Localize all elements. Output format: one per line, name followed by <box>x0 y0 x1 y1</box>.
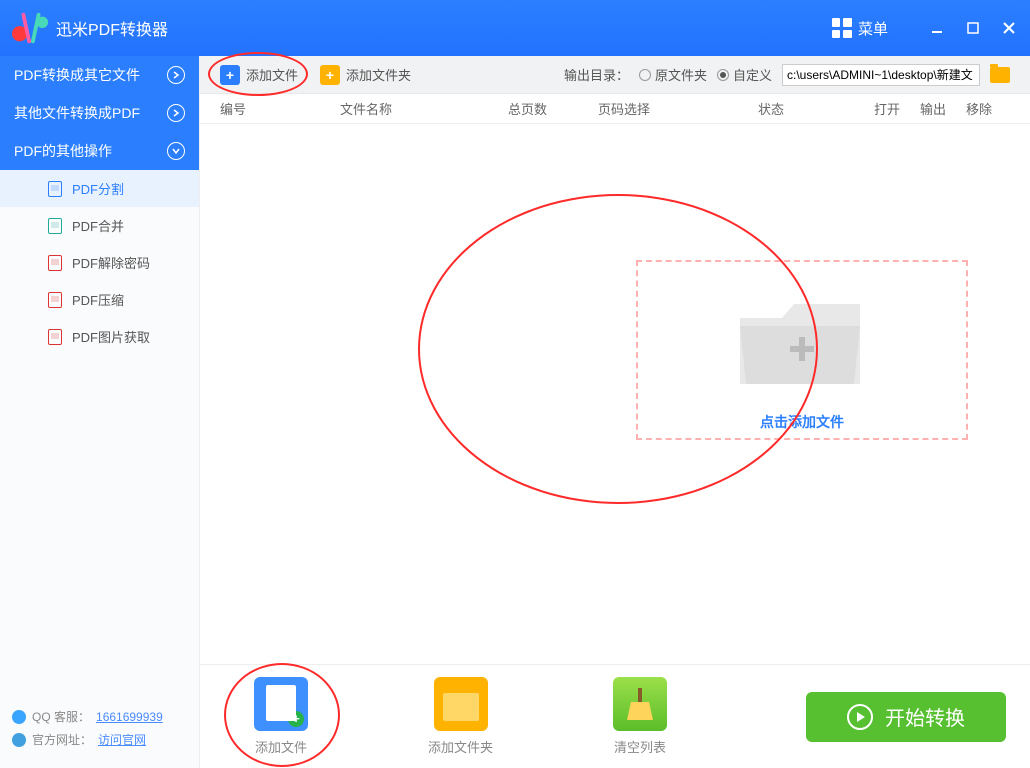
pdf-icon <box>48 181 62 197</box>
sidebar-item-pdf-merge[interactable]: PDF合并 <box>0 207 199 244</box>
bottom-bar: + 添加文件 + 添加文件夹 清空列表 开始转换 <box>200 664 1030 768</box>
group-label: PDF转换成其它文件 <box>14 65 140 85</box>
radio-icon <box>717 69 729 81</box>
sidebar-item-pdf-extract-images[interactable]: PDF图片获取 <box>0 318 199 355</box>
add-folder-button[interactable]: + 添加文件夹 <box>320 65 411 85</box>
qq-icon <box>12 710 26 724</box>
maximize-button[interactable] <box>964 19 982 37</box>
add-folder-icon: + <box>434 677 488 731</box>
plus-icon: + <box>220 65 240 85</box>
pdf-icon <box>48 292 62 308</box>
site-link[interactable]: 访问官网 <box>98 731 146 748</box>
output-dir-label: 输出目录： <box>564 65 629 84</box>
radio-label: 自定义 <box>733 65 772 84</box>
app-logo: 迅米PDF转换器 <box>12 9 168 47</box>
add-file-icon: + <box>254 677 308 731</box>
site-label: 官方网址： <box>32 731 92 748</box>
clear-list-button[interactable]: 清空列表 <box>613 677 667 756</box>
drop-label: 点击添加文件 <box>760 412 844 432</box>
chevron-right-icon <box>167 104 185 122</box>
browser-icon <box>12 733 26 747</box>
sidebar-item-label: PDF压缩 <box>72 290 124 309</box>
col-remove: 移除 <box>966 99 1006 118</box>
table-header: 编号 文件名称 总页数 页码选择 状态 打开 输出 移除 <box>200 94 1030 124</box>
play-icon <box>847 704 873 730</box>
add-file-button[interactable]: + 添加文件 <box>220 65 298 85</box>
col-pages: 总页数 <box>508 99 598 118</box>
sidebar-item-label: PDF图片获取 <box>72 327 150 346</box>
col-open: 打开 <box>874 99 920 118</box>
sidebar-item-pdf-compress[interactable]: PDF压缩 <box>0 281 199 318</box>
plus-icon: + <box>320 65 340 85</box>
button-label: 添加文件夹 <box>346 65 411 84</box>
add-folder-big-button[interactable]: + 添加文件夹 <box>428 677 493 756</box>
button-label: 添加文件 <box>246 65 298 84</box>
sidebar-group-pdf-other-ops[interactable]: PDF的其他操作 <box>0 132 199 170</box>
button-label: 添加文件夹 <box>428 737 493 756</box>
minimize-button[interactable] <box>928 19 946 37</box>
browse-folder-button[interactable] <box>990 67 1010 83</box>
pdf-icon <box>48 218 62 234</box>
sidebar-item-pdf-split[interactable]: PDF分割 <box>0 170 199 207</box>
sidebar-group-pdf-to-other[interactable]: PDF转换成其它文件 <box>0 56 199 94</box>
add-file-big-button[interactable]: + 添加文件 <box>254 677 308 756</box>
col-filename: 文件名称 <box>340 99 508 118</box>
sidebar: PDF转换成其它文件 其他文件转换成PDF PDF的其他操作 PDF分割 PDF… <box>0 56 200 768</box>
app-title: 迅米PDF转换器 <box>56 16 168 40</box>
menu-button[interactable]: 菜单 <box>832 18 888 39</box>
sidebar-group-other-to-pdf[interactable]: 其他文件转换成PDF <box>0 94 199 132</box>
broom-icon <box>613 677 667 731</box>
radio-label: 原文件夹 <box>655 65 707 84</box>
chevron-down-icon <box>167 142 185 160</box>
col-index: 编号 <box>220 99 340 118</box>
chevron-right-icon <box>167 66 185 84</box>
menu-label: 菜单 <box>858 18 888 39</box>
pdf-icon <box>48 329 62 345</box>
radio-original-folder[interactable]: 原文件夹 <box>639 65 707 84</box>
toolbar: + 添加文件 + 添加文件夹 输出目录： 原文件夹 自定义 <box>200 56 1030 94</box>
col-status: 状态 <box>758 99 874 118</box>
qq-label: QQ 客服： <box>32 708 90 725</box>
group-label: PDF的其他操作 <box>14 141 112 161</box>
output-path-input[interactable] <box>782 64 980 86</box>
sidebar-footer: QQ 客服： 1661699939 官方网址： 访问官网 <box>0 698 199 768</box>
sidebar-item-label: PDF分割 <box>72 179 124 198</box>
radio-icon <box>639 69 651 81</box>
sidebar-item-pdf-decrypt[interactable]: PDF解除密码 <box>0 244 199 281</box>
col-output: 输出 <box>920 99 966 118</box>
col-page-select: 页码选择 <box>598 99 758 118</box>
sidebar-item-label: PDF合并 <box>72 216 124 235</box>
logo-icon <box>12 9 50 47</box>
pdf-icon <box>48 255 62 271</box>
button-label: 开始转换 <box>885 702 965 731</box>
sidebar-item-label: PDF解除密码 <box>72 253 150 272</box>
radio-custom[interactable]: 自定义 <box>717 65 772 84</box>
group-label: 其他文件转换成PDF <box>14 103 140 123</box>
qq-link[interactable]: 1661699939 <box>96 710 163 724</box>
start-convert-button[interactable]: 开始转换 <box>806 692 1006 742</box>
grid-icon <box>832 18 852 38</box>
button-label: 清空列表 <box>614 737 666 756</box>
button-label: 添加文件 <box>255 737 307 756</box>
close-button[interactable] <box>1000 19 1018 37</box>
drop-file-zone[interactable]: 点击添加文件 <box>636 260 968 440</box>
drop-area: 点击添加文件 <box>200 124 1030 664</box>
